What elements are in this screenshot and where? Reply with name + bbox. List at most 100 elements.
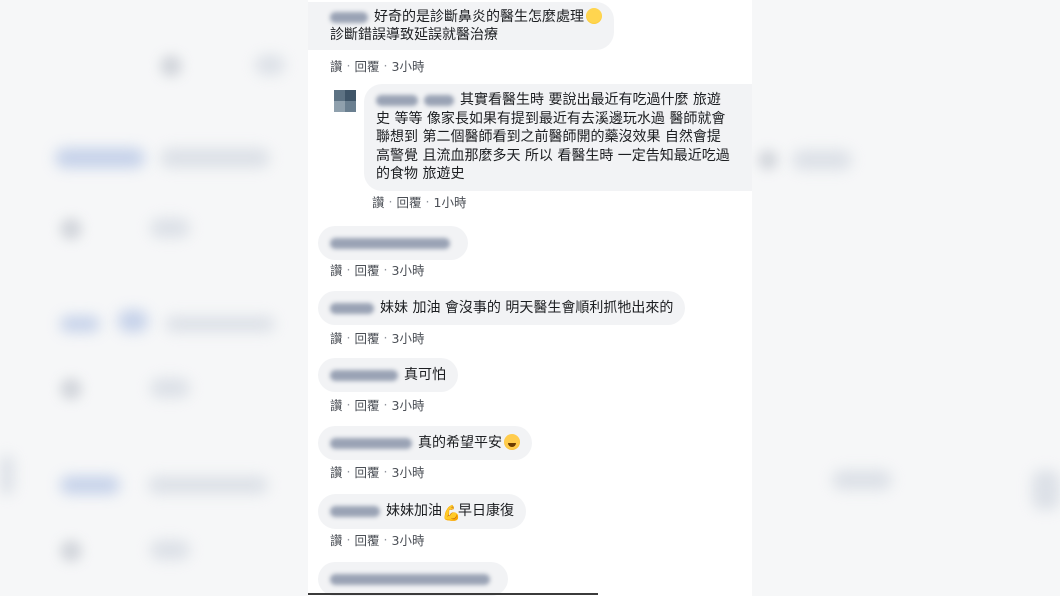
flexed-biceps-emoji-icon: 💪 xyxy=(442,504,461,522)
blurred-shape xyxy=(150,218,190,238)
blurred-commenter-name[interactable] xyxy=(330,437,412,449)
separator-dot: · xyxy=(346,262,351,277)
reply-actions: 讚 · 回覆 · 1小時 xyxy=(372,192,466,211)
like-button[interactable]: 讚 xyxy=(330,530,343,549)
bottom-divider xyxy=(308,593,598,595)
reply-text: 的食物 旅遊史 xyxy=(376,166,465,182)
separator-dot: · xyxy=(383,58,388,73)
like-button[interactable]: 讚 xyxy=(330,462,343,481)
comment-timestamp[interactable]: 3小時 xyxy=(392,56,425,75)
comment-actions: 讚 · 回覆 · 3小時 xyxy=(330,328,424,347)
comment-bubble: 真的希望平安 xyxy=(318,426,532,460)
separator-dot: · xyxy=(425,194,430,209)
comment-text: 妹妹 加油 會沒事的 明天醫生會順利抓牠出來的 xyxy=(380,300,674,316)
comment-item: 妹妹加油💪早日康復 xyxy=(318,494,526,529)
comment-text: 真的希望平安 xyxy=(418,435,502,451)
reply-text: 聯想到 第二個醫師看到之前醫師開的藥沒效果 自然會提 xyxy=(376,129,721,145)
blurred-shape xyxy=(1032,470,1060,510)
blurred-commenter-name[interactable] xyxy=(424,94,454,106)
separator-dot: · xyxy=(383,464,388,479)
blurred-commenter-name[interactable] xyxy=(330,11,368,23)
blurred-background-right xyxy=(752,0,1060,596)
blurred-commenter-name[interactable] xyxy=(330,237,450,249)
blurred-background-left xyxy=(0,0,308,596)
blurred-commenter-name[interactable] xyxy=(330,505,380,517)
separator-dot: · xyxy=(346,58,351,73)
separator-dot: · xyxy=(346,330,351,345)
blurred-avatar xyxy=(60,378,82,400)
comment-item: 真可怕 xyxy=(318,358,458,392)
reply-button[interactable]: 回覆 xyxy=(355,56,380,75)
comment-timestamp[interactable]: 1小時 xyxy=(434,192,467,211)
separator-dot: · xyxy=(346,397,351,412)
separator-dot: · xyxy=(383,262,388,277)
separator-dot: · xyxy=(388,194,393,209)
reply-bubble: 其實看醫生時 要說出最近有吃過什麼 旅遊 史 等等 像家長如果有提到最近有去溪邊… xyxy=(364,84,752,191)
like-button[interactable]: 讚 xyxy=(330,56,343,75)
reply-button[interactable]: 回覆 xyxy=(355,462,380,481)
comment-bubble xyxy=(318,562,508,596)
blurred-shape xyxy=(165,316,275,332)
blurred-shape xyxy=(160,148,270,168)
comment-actions: 讚 · 回覆 · 3小時 xyxy=(330,260,424,279)
comment-text: 診斷錯誤導致延誤就醫治療 xyxy=(330,27,498,43)
blurred-shape xyxy=(832,470,892,490)
comment-text: 妹妹加油 xyxy=(386,503,442,519)
thinking-face-emoji-icon xyxy=(586,8,602,24)
blurred-shape xyxy=(60,316,100,332)
blurred-avatar xyxy=(160,55,182,77)
reply-button[interactable]: 回覆 xyxy=(397,192,422,211)
comment-item xyxy=(318,226,468,260)
blurred-shape xyxy=(148,476,268,494)
blurred-shape xyxy=(60,476,120,494)
comment-actions: 讚 · 回覆 · 3小時 xyxy=(330,530,424,549)
blurred-shape xyxy=(55,148,145,168)
comment-bubble: 妹妹 加油 會沒事的 明天醫生會順利抓牠出來的 xyxy=(318,291,686,325)
blurred-commenter-name[interactable] xyxy=(330,369,398,381)
reply-item: 其實看醫生時 要說出最近有吃過什麼 旅遊 史 等等 像家長如果有提到最近有去溪邊… xyxy=(334,84,752,191)
reply-text: 其實看醫生時 要說出最近有吃過什麼 旅遊 xyxy=(460,92,721,108)
comment-timestamp[interactable]: 3小時 xyxy=(392,260,425,279)
comment-item: 真的希望平安 xyxy=(318,426,532,460)
comment-text: 真可怕 xyxy=(404,367,446,383)
blurred-shape xyxy=(150,378,190,398)
blurred-commenter-name[interactable] xyxy=(376,94,418,106)
crying-face-emoji-icon xyxy=(504,434,520,450)
like-button[interactable]: 讚 xyxy=(330,260,343,279)
blurred-shape xyxy=(150,540,190,560)
like-button[interactable]: 讚 xyxy=(330,395,343,414)
blurred-avatar xyxy=(758,150,778,170)
comment-actions: 讚 · 回覆 · 3小時 xyxy=(330,56,424,75)
separator-dot: · xyxy=(383,330,388,345)
comment-actions: 讚 · 回覆 · 3小時 xyxy=(330,462,424,481)
comment-timestamp[interactable]: 3小時 xyxy=(392,530,425,549)
reply-button[interactable]: 回覆 xyxy=(355,328,380,347)
comment-timestamp[interactable]: 3小時 xyxy=(392,395,425,414)
reply-text: 高警覺 且流血那麼多天 所以 看醫生時 一定告知最近吃過 xyxy=(376,147,730,164)
comment-bubble: 真可怕 xyxy=(318,358,458,392)
reply-avatar[interactable] xyxy=(334,90,356,112)
blurred-avatar xyxy=(60,540,82,562)
comment-timestamp[interactable]: 3小時 xyxy=(392,328,425,347)
comment-item xyxy=(318,562,508,596)
comment-text: 早日康復 xyxy=(458,503,514,519)
comment-bubble xyxy=(318,226,468,260)
comment-item: 好奇的是診斷鼻炎的醫生怎麼處理 診斷錯誤導致延誤就醫治療 xyxy=(308,2,614,50)
reply-button[interactable]: 回覆 xyxy=(355,530,380,549)
comment-actions: 讚 · 回覆 · 3小時 xyxy=(330,395,424,414)
separator-dot: · xyxy=(383,532,388,547)
blurred-shape xyxy=(118,310,148,332)
like-button[interactable]: 讚 xyxy=(372,192,385,211)
separator-dot: · xyxy=(346,464,351,479)
reply-text: 史 等等 像家長如果有提到最近有去溪邊玩水過 醫師就會 xyxy=(376,110,726,127)
blurred-commenter-name[interactable] xyxy=(330,302,374,314)
blurred-shape xyxy=(0,455,14,495)
comment-timestamp[interactable]: 3小時 xyxy=(392,462,425,481)
comment-bubble: 妹妹加油💪早日康復 xyxy=(318,494,526,529)
reply-button[interactable]: 回覆 xyxy=(355,395,380,414)
reply-button[interactable]: 回覆 xyxy=(355,260,380,279)
like-button[interactable]: 讚 xyxy=(330,328,343,347)
blurred-shape xyxy=(255,55,285,75)
blurred-commenter-name[interactable] xyxy=(330,573,490,585)
separator-dot: · xyxy=(383,397,388,412)
